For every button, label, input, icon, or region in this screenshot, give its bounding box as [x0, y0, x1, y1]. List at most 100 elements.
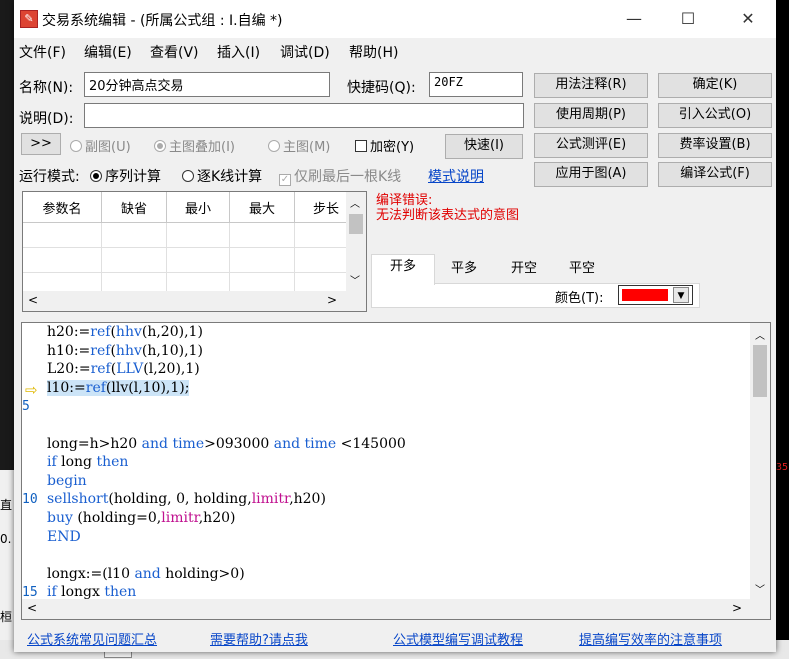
- chevron-up-icon[interactable]: ︿: [755, 327, 765, 342]
- radio-icon: [90, 170, 102, 182]
- menu-file[interactable]: 文件(F): [19, 42, 66, 62]
- minimize-button[interactable]: —: [611, 0, 657, 38]
- chevron-down-icon[interactable]: ▼: [673, 287, 689, 303]
- per-k-mode-radio[interactable]: 逐K线计算: [182, 166, 262, 186]
- radio-icon: [70, 140, 82, 152]
- param-header-default: 缺省: [101, 192, 167, 223]
- shortcut-label: 快捷码(Q):: [347, 80, 416, 96]
- title-bar: ✎ 交易系统编辑 - (所属公式组 : I.自编 *) — ☐ ✕: [14, 0, 776, 38]
- param-horizontal-scrollbar[interactable]: < >: [23, 291, 366, 311]
- code-line[interactable]: begin: [47, 473, 87, 489]
- tab-close-long[interactable]: 平多: [433, 257, 495, 283]
- code-line[interactable]: L20:=ref(LLV(l,20),1): [47, 361, 200, 377]
- chevron-left-icon[interactable]: <: [28, 293, 38, 307]
- menu-debug[interactable]: 调试(D): [280, 42, 330, 62]
- sub-chart-radio[interactable]: 副图(U): [70, 136, 131, 155]
- usage-comment-button[interactable]: 用法注释(R): [534, 73, 648, 98]
- help-links: 公式系统常见问题汇总 需要帮助?请点我 公式模型编写调试教程 提高编写效率的注意…: [14, 624, 776, 652]
- background-app-right: 35: [776, 0, 789, 659]
- code-line[interactable]: buy (holding=0,limitr,h20): [47, 510, 235, 526]
- code-line[interactable]: sellshort(holding, 0, holding,limitr,h20…: [47, 491, 326, 507]
- description-label: 说明(D):: [19, 111, 74, 127]
- param-header-min: 最小: [166, 192, 230, 223]
- table-row[interactable]: [23, 222, 358, 248]
- checkbox-icon: [355, 140, 367, 152]
- chevron-down-icon[interactable]: ﹀: [350, 272, 360, 287]
- table-row[interactable]: [23, 247, 358, 273]
- background-app-left: 直 0. 桓: [0, 470, 14, 659]
- code-line[interactable]: h20:=ref(hhv(h,20),1): [47, 324, 203, 340]
- formula-editor-window: ✎ 交易系统编辑 - (所属公式组 : I.自编 *) — ☐ ✕ 文件(F) …: [14, 0, 776, 652]
- refresh-last-checkbox[interactable]: ✓ 仅刷最后一根K线: [279, 166, 401, 186]
- scrollbar-thumb[interactable]: [349, 214, 363, 234]
- menu-bar: 文件(F) 编辑(E) 查看(V) 插入(I) 调试(D) 帮助(H): [14, 38, 776, 64]
- shortcut-input[interactable]: 20FZ: [429, 72, 523, 97]
- encrypt-checkbox[interactable]: 加密(Y): [355, 136, 414, 155]
- checkbox-icon: ✓: [279, 174, 291, 186]
- expand-button[interactable]: >>: [21, 133, 61, 155]
- import-formula-button[interactable]: 引入公式(O): [658, 103, 772, 128]
- tab-open-long[interactable]: 开多: [371, 254, 435, 285]
- main-overlay-radio[interactable]: 主图叠加(I): [154, 136, 235, 155]
- maximize-button[interactable]: ☐: [665, 0, 711, 38]
- code-line[interactable]: h10:=ref(hhv(h,10),1): [47, 343, 203, 359]
- code-line[interactable]: if long then: [47, 454, 128, 470]
- background-char: 0.: [0, 532, 12, 546]
- formula-test-button[interactable]: 公式测评(E): [534, 133, 648, 158]
- line-number: 5: [22, 399, 30, 415]
- current-line-arrow-icon: ⇨: [25, 381, 38, 399]
- code-horizontal-scrollbar[interactable]: < >: [22, 599, 770, 619]
- menu-edit[interactable]: 编辑(E): [84, 42, 132, 62]
- name-input[interactable]: 20分钟高点交易: [84, 72, 330, 97]
- code-line[interactable]: if longx then: [47, 584, 136, 600]
- chevron-down-icon[interactable]: ﹀: [755, 581, 765, 596]
- compile-button[interactable]: 编译公式(F): [658, 162, 772, 187]
- chevron-up-icon[interactable]: ︿: [350, 195, 360, 210]
- code-line[interactable]: l10:=ref(llv(l,10),1);: [47, 379, 190, 396]
- menu-view[interactable]: 查看(V): [150, 42, 199, 62]
- menu-insert[interactable]: 插入(I): [217, 42, 260, 62]
- chevron-right-icon[interactable]: >: [327, 293, 337, 307]
- chevron-left-icon[interactable]: <: [27, 601, 37, 615]
- radio-icon: [182, 170, 194, 182]
- color-label: 颜色(T):: [555, 291, 604, 306]
- code-line[interactable]: longx:=(l10 and holding>0): [47, 566, 245, 582]
- fast-button[interactable]: 快速(I): [445, 134, 523, 159]
- code-line[interactable]: END: [47, 529, 81, 545]
- compile-error-title: 编译错误:: [376, 193, 433, 208]
- scrollbar-thumb[interactable]: [753, 345, 767, 397]
- ok-button[interactable]: 确定(K): [658, 73, 772, 98]
- window-title: 交易系统编辑 - (所属公式组 : I.自编 *): [42, 13, 283, 29]
- description-input[interactable]: [84, 103, 524, 128]
- chevron-right-icon[interactable]: >: [732, 601, 742, 615]
- param-header-name: 参数名: [23, 192, 102, 223]
- color-select[interactable]: ▼: [618, 285, 693, 305]
- signal-tabs: 开多 平多 开空 平空 颜色(T): ▼: [371, 253, 701, 308]
- help-link[interactable]: 需要帮助?请点我: [210, 629, 308, 648]
- tab-open-short[interactable]: 开空: [495, 257, 553, 283]
- tab-close-short[interactable]: 平空: [553, 257, 611, 283]
- use-period-button[interactable]: 使用周期(P): [534, 103, 648, 128]
- line-number: 10: [22, 492, 38, 508]
- faq-link[interactable]: 公式系统常见问题汇总: [27, 629, 157, 648]
- code-vertical-scrollbar[interactable]: ︿ ﹀: [750, 323, 770, 599]
- run-mode-label: 运行模式:: [19, 169, 80, 185]
- efficiency-tips-link[interactable]: 提高编写效率的注意事项: [579, 629, 722, 648]
- radio-icon: [268, 140, 280, 152]
- menu-help[interactable]: 帮助(H): [349, 42, 398, 62]
- background-digit: 35: [776, 462, 789, 473]
- code-editor[interactable]: h20:=ref(hhv(h,20),1) h10:=ref(hhv(h,10),…: [21, 322, 771, 620]
- app-icon: ✎: [20, 10, 38, 28]
- close-button[interactable]: ✕: [725, 0, 771, 38]
- mode-help-link[interactable]: 模式说明: [428, 166, 484, 186]
- tutorial-link[interactable]: 公式模型编写调试教程: [393, 629, 523, 648]
- background-char: 直: [0, 498, 13, 512]
- param-vertical-scrollbar[interactable]: ︿ ﹀: [346, 192, 366, 291]
- apply-chart-button[interactable]: 应用于图(A): [534, 162, 648, 187]
- background-char: 桓: [0, 610, 13, 624]
- code-line[interactable]: long=h>h20 and time>093000 and time <145…: [47, 436, 406, 452]
- main-chart-radio[interactable]: 主图(M): [268, 136, 330, 155]
- compile-error: 编译错误: 无法判断该表达式的意图: [376, 193, 519, 223]
- serial-mode-radio[interactable]: 序列计算: [90, 166, 161, 186]
- fee-settings-button[interactable]: 费率设置(B): [658, 133, 772, 158]
